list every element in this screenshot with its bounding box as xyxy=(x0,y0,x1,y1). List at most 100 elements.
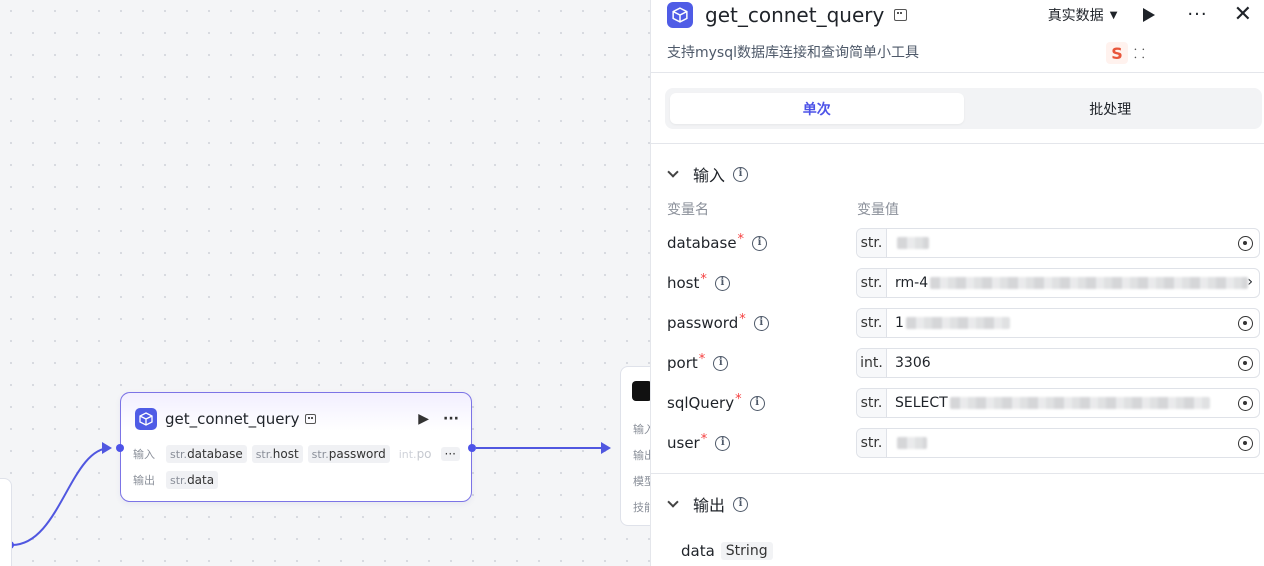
data-mode-label: 真实数据 xyxy=(1047,8,1104,24)
var-row-sqlquery: sqlQuery * i str. SELECT xyxy=(667,388,1260,418)
divider xyxy=(651,473,1264,474)
node-output-label: 输出 xyxy=(133,474,155,487)
chevron-down-icon xyxy=(667,166,679,178)
node-input-label: 输入 xyxy=(133,448,155,461)
panel-title: get_connet_query xyxy=(705,3,885,27)
host-field[interactable]: str. rm-4 › xyxy=(856,268,1260,298)
node-output-pill: str.data xyxy=(166,471,219,489)
type-tag: str. xyxy=(857,309,887,337)
var-value[interactable]: rm-4 xyxy=(895,275,1249,291)
var-name: sqlQuery * i xyxy=(667,392,765,412)
variable-ref-icon[interactable] xyxy=(1238,356,1253,371)
var-value[interactable] xyxy=(895,237,929,249)
col-head-name: 变量名 xyxy=(667,202,709,218)
variable-ref-icon[interactable] xyxy=(1238,436,1253,451)
var-name: port * i xyxy=(667,352,729,372)
node-title: get_connet_query xyxy=(165,410,300,428)
variable-ref-icon[interactable] xyxy=(1238,236,1253,251)
run-play-icon[interactable] xyxy=(1143,8,1156,22)
var-value[interactable]: 1 xyxy=(895,315,1010,331)
info-icon[interactable]: i xyxy=(749,395,765,411)
info-icon[interactable]: i xyxy=(753,315,769,331)
upstream-node[interactable] xyxy=(0,478,12,566)
node-input-pill: str.host xyxy=(251,445,303,463)
robot-icon xyxy=(305,414,317,424)
var-name: password * i xyxy=(667,312,769,332)
divider xyxy=(651,72,1264,73)
database-field[interactable]: str. xyxy=(856,228,1260,258)
caret-down-icon: ▼ xyxy=(1109,9,1118,21)
var-row-password: password * i str. 1 xyxy=(667,308,1260,338)
run-mode-tabs: 单次 批处理 xyxy=(665,88,1262,129)
var-value[interactable]: SELECT xyxy=(895,395,1210,411)
type-tag: str. xyxy=(857,269,887,297)
info-icon[interactable]: i xyxy=(715,435,731,451)
panel-header: get_connet_query 真实数据 ▼ ··· ✕ xyxy=(667,0,1252,30)
var-row-host: host * i str. rm-4 › xyxy=(667,268,1260,298)
port-field[interactable]: int. 3306 xyxy=(856,348,1260,378)
edge-out-arrow xyxy=(601,442,611,454)
sqlquery-field[interactable]: str. SELECT xyxy=(856,388,1260,418)
input-section-header[interactable]: 输入 i xyxy=(667,162,749,186)
sogou-ime-icon[interactable]: S ⸬ xyxy=(1106,40,1166,66)
password-field[interactable]: str. 1 xyxy=(856,308,1260,338)
info-icon[interactable]: i xyxy=(733,166,749,182)
panel-description: 支持mysql数据库连接和查询简单小工具 xyxy=(667,45,919,61)
workflow-canvas[interactable]: get_connet_query ▶ ··· 输入 str.database s… xyxy=(0,0,650,566)
data-mode-select[interactable]: 真实数据 ▼ xyxy=(1048,5,1118,25)
edge-in xyxy=(11,447,111,546)
node-inputs-row: 输入 str.database str.host str.password in… xyxy=(133,445,460,463)
node-debug-panel: get_connet_query 真实数据 ▼ ··· ✕ 支持mysql数据库… xyxy=(650,0,1264,566)
node-input-pill: str.password xyxy=(307,445,390,463)
output-type-badge: String xyxy=(720,542,773,560)
type-tag: str. xyxy=(857,389,887,417)
plugin-cube-icon xyxy=(667,2,693,28)
variable-ref-icon[interactable] xyxy=(1238,316,1253,331)
user-field[interactable]: str. xyxy=(856,428,1260,458)
chevron-down-icon xyxy=(667,496,679,508)
divider xyxy=(651,143,1264,144)
output-item: data String xyxy=(681,542,773,560)
node-outputs-row: 输出 str.data xyxy=(133,471,219,489)
info-icon[interactable]: i xyxy=(752,235,768,251)
node-menu-button[interactable]: ··· xyxy=(443,411,459,427)
output-section-header[interactable]: 输出 i xyxy=(667,492,749,516)
tab-single[interactable]: 单次 xyxy=(670,93,964,124)
sogou-s-icon: S xyxy=(1106,42,1128,64)
close-icon[interactable]: ✕ xyxy=(1234,4,1252,26)
chevron-right-icon: › xyxy=(1247,274,1253,290)
var-name: database * i xyxy=(667,232,768,252)
info-icon[interactable]: i xyxy=(714,275,730,291)
sogou-corner-icon: ⸬ xyxy=(1134,47,1145,62)
var-row-user: user * i str. xyxy=(667,428,1260,458)
type-tag: str. xyxy=(857,429,887,457)
var-value[interactable]: 3306 xyxy=(895,355,931,371)
type-tag: int. xyxy=(857,349,887,377)
info-icon[interactable]: i xyxy=(733,496,749,512)
tab-batch[interactable]: 批处理 xyxy=(964,93,1258,124)
node-input-pill: str.database xyxy=(166,445,247,463)
node-inputs-more-button[interactable]: ··· xyxy=(440,447,460,461)
node-get-connet-query[interactable]: get_connet_query ▶ ··· 输入 str.database s… xyxy=(116,392,476,502)
var-value[interactable] xyxy=(895,437,927,449)
more-menu-button[interactable]: ··· xyxy=(1187,6,1207,24)
var-name: user * i xyxy=(667,432,731,452)
node-input-port[interactable] xyxy=(116,444,124,452)
node-input-pill: int.po xyxy=(398,447,432,461)
node-output-port[interactable] xyxy=(468,444,476,452)
downstream-label: 输入 xyxy=(633,423,650,436)
var-name: host * i xyxy=(667,272,730,292)
downstream-label: 模型 xyxy=(633,475,650,488)
node-run-button[interactable]: ▶ xyxy=(418,411,429,427)
downstream-label: 输出 xyxy=(633,449,650,462)
var-row-port: port * i int. 3306 xyxy=(667,348,1260,378)
downstream-node[interactable]: 输入 输出 模型 技能 xyxy=(620,366,650,526)
input-section-title: 输入 xyxy=(693,166,726,185)
output-section-title: 输出 xyxy=(693,496,726,515)
robot-icon xyxy=(894,9,908,21)
downstream-label: 技能 xyxy=(633,501,650,514)
variable-ref-icon[interactable] xyxy=(1238,396,1253,411)
info-icon[interactable]: i xyxy=(713,355,729,371)
edge-in-arrow xyxy=(102,442,112,454)
plugin-cube-icon xyxy=(135,408,157,430)
